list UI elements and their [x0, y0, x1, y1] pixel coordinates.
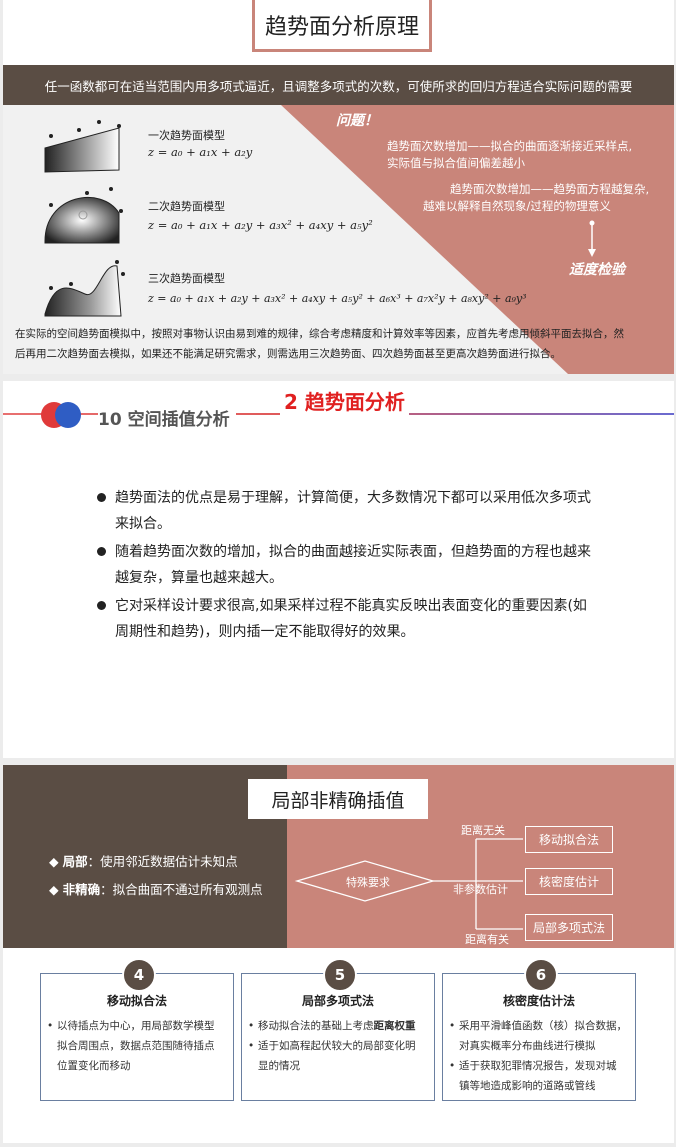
- card-number-badge: 6: [524, 958, 558, 992]
- bullet-icon: [97, 493, 106, 502]
- list-item: 趋势面法的优点是易于理解，计算简便，大多数情况下都可以采用低次多项式 来拟合。: [95, 485, 600, 537]
- local-definition: ◆ 局部：使用邻近数据估计未知点: [49, 854, 238, 869]
- list-item: • 以待插点为中心，用局部数学模型 拟合周围点，数据点范围随待插点 位置变化而移动: [47, 1020, 215, 1072]
- advantage-list: 趋势面法的优点是易于理解，计算简便，大多数情况下都可以采用低次多项式 来拟合。 随…: [95, 485, 600, 647]
- down-arrow-icon: [588, 220, 596, 257]
- footer-line2: 后再用二次趋势面去模拟，如果还不能满足研究需求，则需选用三次趋势面、四次趋势面甚…: [15, 348, 561, 360]
- problem1-line2: 实际值与拟合值间偏差越小: [387, 156, 525, 170]
- distance-irrelevant-label: 距离无关: [461, 824, 505, 837]
- distance-relevant-label: 距离有关: [465, 933, 509, 946]
- section-logo-icon: [41, 402, 81, 428]
- footer-line1: 在实际的空间趋势面模拟中，按照对事物认识由易到难的规律，综合考虑精度和计算效率等…: [15, 328, 624, 340]
- model-label-linear: 一次趋势面模型: [148, 129, 225, 142]
- method-card-moving-fit: 移动拟合法 • 以待插点为中心，用局部数学模型 拟合周围点，数据点范围随待插点 位置变…: [40, 973, 234, 1101]
- card-title: 移动拟合法: [106, 994, 167, 1008]
- list-item: • 采用平滑峰值函数（核）拟合数据， 对真实概率分布曲线进行模拟: [449, 1020, 627, 1052]
- slide-trend-analysis: 10 空间插值分析 2 趋势面分析 趋势面法的优点是易于理解，计算简便，大多数情…: [3, 381, 674, 758]
- bullet-icon: [97, 601, 106, 610]
- special-requirement: 特殊要求: [346, 876, 390, 889]
- list-item: 随着趋势面次数的增加，拟合的曲面越接近实际表面，但趋势面的方程也越来 越复杂，算量…: [95, 539, 600, 591]
- list-item: • 适于如高程起伏较大的局部变化明 显的情况: [248, 1040, 416, 1072]
- diamond-icon: ◆: [49, 854, 63, 869]
- section-title: 10 空间插值分析: [98, 405, 236, 430]
- diamond-icon: ◆: [49, 882, 63, 897]
- method-card-local-polynomial: 局部多项式法 • 移动拟合法的基础上考虑距离权重 • 适于如高程起伏较大的局部变化明…: [241, 973, 435, 1101]
- method-card-kernel-density: 核密度估计法 • 采用平滑峰值函数（核）拟合数据， 对真实概率分布曲线进行模拟 • 适…: [442, 973, 636, 1101]
- problem2-line1: 趋势面次数增加——趋势面方程越复杂,: [450, 182, 650, 196]
- card-number-badge: 4: [122, 958, 156, 992]
- nonparametric-label: 非参数估计: [453, 883, 508, 896]
- card-number-badge: 5: [323, 958, 357, 992]
- slide3-title: 局部非精确插值: [248, 779, 428, 819]
- method-box-moving-fit: 移动拟合法: [525, 826, 613, 853]
- problem2-line2: 越难以解释自然现象/过程的物理意义: [423, 199, 611, 213]
- model-label-quadratic: 二次趋势面模型: [148, 200, 225, 213]
- quadratic-surface-image: [44, 187, 123, 244]
- inexact-definition: ◆ 非精确：拟合曲面不通过所有观测点: [49, 882, 263, 897]
- method-box-kernel-density: 核密度估计: [525, 868, 613, 895]
- model-formula-cubic: z = a₀ + a₁x + a₂y + a₃x² + a₄xy + a₅y² …: [148, 292, 527, 305]
- model-formula-linear: z = a₀ + a₁x + a₂y: [148, 145, 253, 159]
- list-item: 它对采样设计要求很高,如果采样过程不能真实反映出表面变化的重要因素(如 周期性和趋…: [95, 593, 600, 645]
- model-label-cubic: 三次趋势面模型: [148, 272, 225, 285]
- bullet-icon: [97, 547, 106, 556]
- card-title: 局部多项式法: [301, 994, 374, 1008]
- model-formula-quadratic: z = a₀ + a₁x + a₂y + a₃x² + a₄xy + a₅y²: [148, 218, 373, 232]
- slide1-title: 趋势面分析原理: [252, 0, 432, 52]
- list-item: • 适于获取犯罪情况报告，发现对城 镇等地造成影响的道路或管线: [449, 1060, 617, 1092]
- test-label: 适度检验: [569, 262, 625, 278]
- slide2-heading: 2 趋势面分析: [280, 386, 409, 415]
- slide1-banner: 任一函数都可在适当范围内用多项式逼近，且调整多项式的次数，可使所求的回归方程适合…: [3, 65, 674, 105]
- problem-title: 问题！: [336, 113, 378, 129]
- slide-local-inexact: 局部非精确插值 ◆ 局部：使用邻近数据估计未知点 ◆ 非精确：拟合曲面不通过所有…: [3, 765, 674, 1143]
- method-box-local-polynomial: 局部多项式法: [525, 914, 613, 941]
- problem1-line1: 趋势面次数增加——拟合的曲面逐渐接近采样点,: [387, 139, 633, 153]
- slide-trend-principle: 任一函数都可在适当范围内用多项式逼近，且调整多项式的次数，可使所求的回归方程适合…: [3, 0, 674, 374]
- linear-surface-image: [44, 120, 121, 173]
- list-item: • 移动拟合法的基础上考虑距离权重: [248, 1020, 416, 1032]
- card-title: 核密度估计法: [502, 994, 575, 1008]
- cubic-surface-image: [44, 260, 125, 317]
